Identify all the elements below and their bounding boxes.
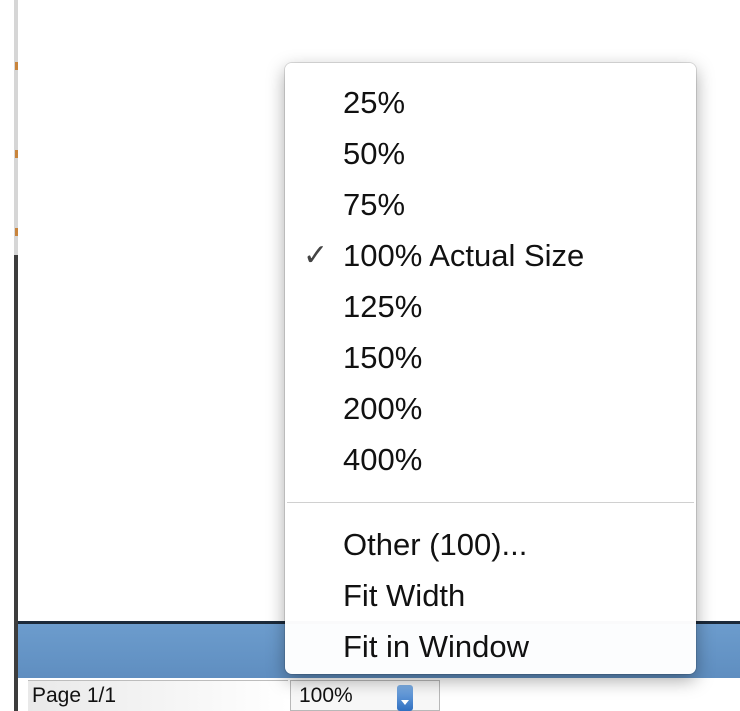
dropdown-arrow-icon[interactable]: [397, 685, 413, 711]
menu-item-zoom-150[interactable]: 150%: [285, 332, 696, 383]
ruler-tick: [15, 62, 18, 70]
ruler-tick: [15, 150, 18, 158]
menu-item-fit-width[interactable]: Fit Width: [285, 570, 696, 621]
menu-item-other-zoom[interactable]: Other (100)...: [285, 519, 696, 570]
menu-item-label: Fit Width: [343, 578, 466, 613]
menu-item-zoom-100[interactable]: ✓ 100% Actual Size: [285, 230, 696, 281]
menu-item-label: 200%: [343, 391, 423, 426]
menu-item-zoom-50[interactable]: 50%: [285, 128, 696, 179]
menu-item-zoom-125[interactable]: 125%: [285, 281, 696, 332]
menu-item-fit-in-window[interactable]: Fit in Window: [285, 621, 696, 672]
zoom-select[interactable]: 100%: [290, 680, 440, 711]
ruler-tick: [15, 228, 18, 236]
zoom-dropdown-menu: 25% 50% 75% ✓ 100% Actual Size 125% 150%…: [285, 63, 696, 674]
menu-item-label: Other (100)...: [343, 527, 528, 562]
window-left-edge: [0, 0, 18, 711]
bottom-status-bar: Page 1/1 100%: [18, 678, 740, 711]
zoom-select-value: 100%: [299, 684, 353, 707]
menu-item-zoom-75[interactable]: 75%: [285, 179, 696, 230]
menu-item-label: Fit in Window: [343, 629, 530, 664]
menu-item-zoom-400[interactable]: 400%: [285, 434, 696, 485]
menu-item-label: 100% Actual Size: [343, 238, 585, 273]
menu-item-label: 150%: [343, 340, 423, 375]
menu-separator: [287, 502, 694, 503]
page-indicator: Page 1/1: [28, 680, 288, 711]
left-border-upper: [14, 0, 18, 255]
menu-item-label: 50%: [343, 136, 406, 171]
menu-item-label: 125%: [343, 289, 423, 324]
menu-item-label: 75%: [343, 187, 406, 222]
menu-item-label: 400%: [343, 442, 423, 477]
checkmark-icon: ✓: [303, 239, 329, 272]
menu-item-label: 25%: [343, 85, 406, 120]
menu-item-zoom-25[interactable]: 25%: [285, 77, 696, 128]
menu-item-zoom-200[interactable]: 200%: [285, 383, 696, 434]
